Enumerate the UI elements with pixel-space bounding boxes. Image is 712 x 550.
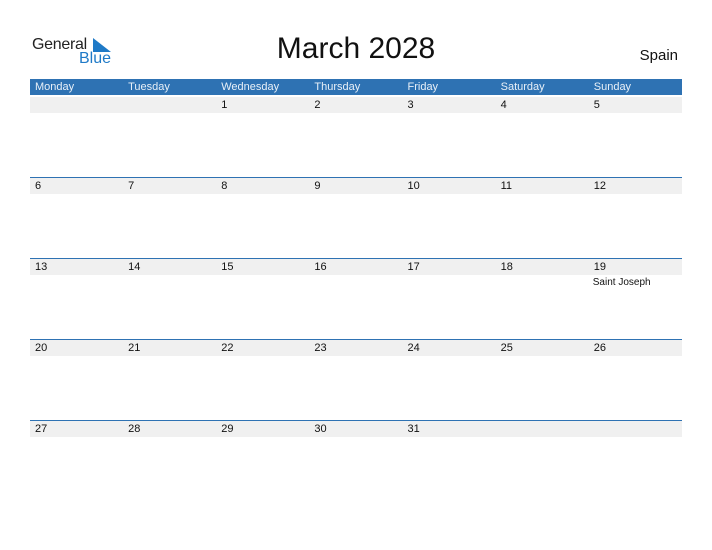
holiday-label: [216, 275, 309, 288]
day-number: 18: [500, 261, 513, 273]
holiday-label: [403, 113, 496, 115]
day-number: 16: [314, 261, 327, 273]
day-number: 30: [314, 423, 327, 435]
weekday-thursday: Thursday: [314, 81, 361, 93]
weekday-friday: Friday: [407, 81, 439, 93]
holiday-label: [589, 113, 682, 115]
day-number: 2: [314, 99, 321, 111]
events-row: [30, 113, 682, 115]
calendar-title: March 2028: [276, 32, 436, 65]
weekday-tuesday: Tuesday: [128, 81, 170, 93]
day-number: 11: [500, 180, 513, 192]
day-number: 13: [35, 261, 48, 273]
holiday-label: [30, 437, 123, 439]
country-label: Spain: [639, 47, 678, 64]
holiday-label: [123, 275, 216, 288]
day-number: 19: [593, 261, 606, 273]
day-number: 24: [407, 342, 420, 354]
holiday-label: [589, 437, 682, 439]
day-number: 31: [407, 423, 420, 435]
holiday-label: [309, 356, 402, 358]
weekday-sunday: Sunday: [593, 81, 632, 93]
day-number: 7: [128, 180, 135, 192]
day-number: [30, 97, 123, 113]
holiday-label: [403, 194, 496, 196]
day-number: 6: [35, 180, 42, 192]
week-row: 27 28 29 30 31: [30, 420, 682, 502]
day-number: 29: [221, 423, 234, 435]
holiday-label: [309, 437, 402, 439]
day-number: 10: [407, 180, 420, 192]
holiday-label: [123, 356, 216, 358]
holiday-label: [309, 275, 402, 288]
day-number: 26: [593, 342, 606, 354]
day-number: 15: [221, 261, 234, 273]
day-number: 8: [221, 180, 228, 192]
day-number-strip: 1 2 3 4 5: [30, 97, 682, 113]
day-number-strip: 6 7 8 9 10 11 12: [30, 178, 682, 194]
events-row: Saint Joseph: [30, 275, 682, 288]
weekday-header: Monday Tuesday Wednesday Thursday Friday…: [30, 79, 682, 95]
holiday-label: [216, 356, 309, 358]
holiday-label: [123, 113, 216, 115]
day-number: 12: [593, 180, 606, 192]
day-number: [496, 421, 589, 437]
day-number: 21: [128, 342, 141, 354]
holiday-label: Saint Joseph: [592, 277, 651, 288]
day-number: 1: [221, 99, 228, 111]
week-row: 13 14 15 16 17 18 19 Saint Joseph: [30, 258, 682, 340]
day-number: 14: [128, 261, 141, 273]
holiday-label: [309, 194, 402, 196]
holiday-label: [123, 194, 216, 196]
day-number-strip: 20 21 22 23 24 25 26: [30, 340, 682, 356]
events-row: [30, 356, 682, 358]
holiday-label: [309, 113, 402, 115]
holiday-label: [123, 437, 216, 439]
holiday-label: [496, 113, 589, 115]
holiday-label: [30, 113, 123, 115]
holiday-label: [496, 194, 589, 196]
day-number: 4: [500, 99, 507, 111]
weekday-saturday: Saturday: [500, 81, 545, 93]
day-number: [123, 97, 216, 113]
holiday-label: [216, 437, 309, 439]
day-number-strip: 13 14 15 16 17 18 19: [30, 259, 682, 275]
holiday-label: [216, 194, 309, 196]
day-number: 17: [407, 261, 420, 273]
holiday-label: [496, 437, 589, 439]
holiday-label: [30, 275, 123, 288]
day-number: [589, 421, 682, 437]
day-number-strip: 27 28 29 30 31: [30, 421, 682, 437]
week-row: 1 2 3 4 5: [30, 97, 682, 178]
week-row: 6 7 8 9 10 11 12: [30, 177, 682, 259]
holiday-label: [589, 356, 682, 358]
day-number: 28: [128, 423, 141, 435]
events-row: [30, 437, 682, 439]
day-number: 23: [314, 342, 327, 354]
holiday-label: [216, 113, 309, 115]
holiday-label: [496, 356, 589, 358]
holiday-label: [589, 194, 682, 196]
holiday-label: [403, 437, 496, 439]
holiday-label: [403, 356, 496, 358]
day-number: 5: [593, 99, 600, 111]
weekday-monday: Monday: [35, 81, 75, 93]
weekday-wednesday: Wednesday: [221, 81, 280, 93]
day-number: 9: [314, 180, 321, 192]
week-row: 20 21 22 23 24 25 26: [30, 339, 682, 421]
day-number: 20: [35, 342, 48, 354]
day-number: 22: [221, 342, 234, 354]
day-number: 3: [407, 99, 414, 111]
holiday-label: [30, 194, 123, 196]
holiday-label: [403, 275, 496, 288]
holiday-label: [496, 275, 589, 288]
holiday-label: [30, 356, 123, 358]
day-number: 25: [500, 342, 513, 354]
day-number: 27: [35, 423, 48, 435]
events-row: [30, 194, 682, 196]
